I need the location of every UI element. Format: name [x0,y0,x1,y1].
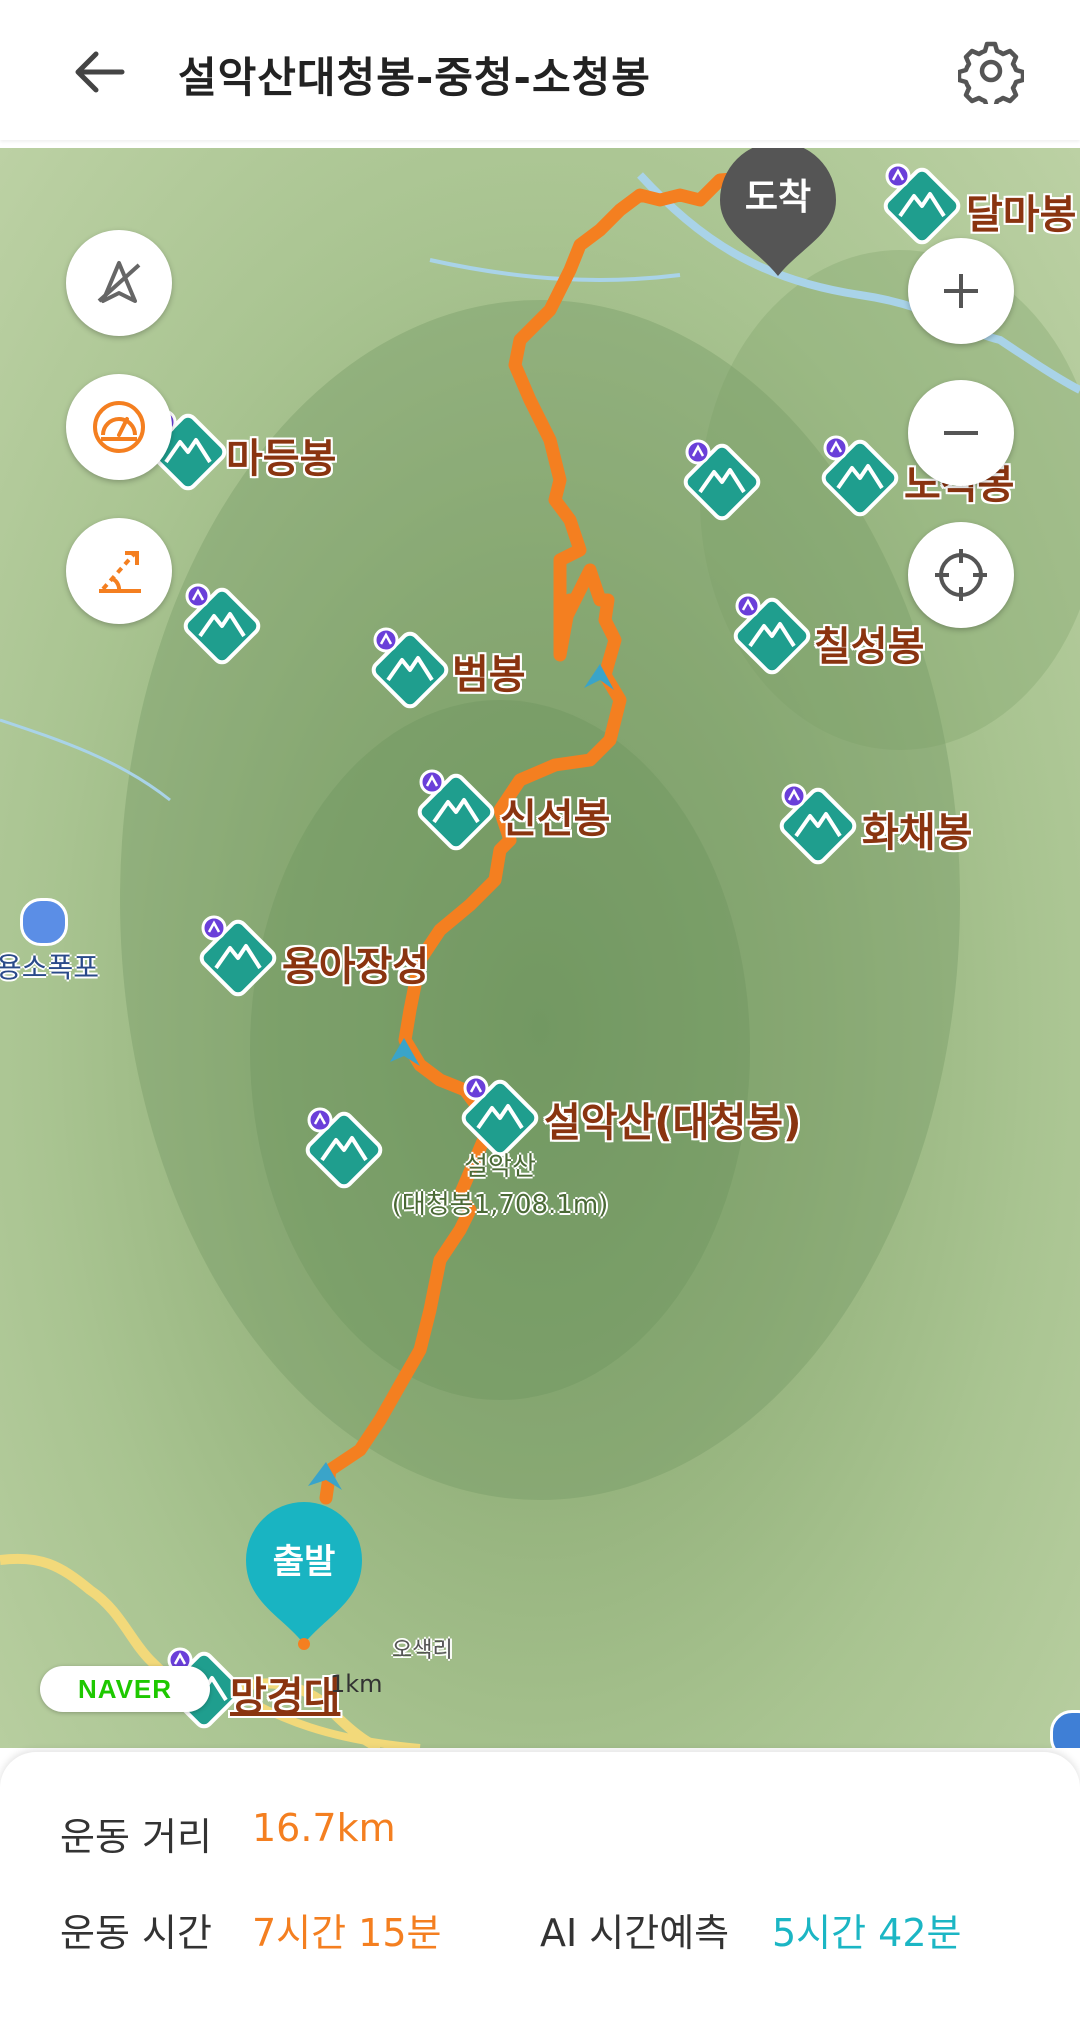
summit-label-line2: (대청봉1,708.1m) [391,1190,609,1220]
peak-label[interactable]: 범봉 [452,642,526,700]
summit-label-line1: 설악산 [464,1152,536,1182]
waterfall-icon [20,898,68,946]
place-label: 용소폭포 [0,951,100,984]
zoom-in-icon [944,274,978,308]
distance-label: 운동 거리 [60,1815,212,1859]
time-value: 7시간 15분 [252,1911,442,1955]
naver-attribution: NAVER [40,1666,210,1712]
ai-estimate-label: AI 시간예측 [540,1911,730,1955]
start-marker-label: 출발 [272,1542,336,1582]
map-scale: 1km [330,1670,383,1698]
locate-crosshair-icon [935,549,987,601]
stats-panel: 운동 거리 16.7km 운동 시간 7시간 15분 AI 시간예측 5시간 4… [0,1752,1080,2020]
zoom-out-icon [944,431,978,435]
distance-value: 16.7km [252,1806,396,1850]
ai-estimate-value: 5시간 42분 [772,1911,962,1955]
gear-icon [956,41,1026,111]
compass-button[interactable] [66,230,172,336]
place-label: 오색리 [392,1638,453,1663]
peak-icons-layer [146,163,964,1732]
speedometer-icon [93,401,145,453]
compass-off-icon [97,261,141,303]
locate-button[interactable] [908,522,1014,628]
peak-label[interactable]: 달마봉 [966,182,1076,240]
zoom-in-button[interactable] [908,238,1014,344]
peak-label[interactable]: 신선봉 [500,786,610,844]
arrow-left-icon [75,51,125,93]
peak-label[interactable]: 설악산(대청봉) [544,1090,801,1148]
end-marker-label: 도착 [744,177,812,218]
slope-button[interactable] [66,518,172,624]
settings-button[interactable] [956,38,1026,111]
time-label: 운동 시간 [60,1911,212,1955]
page-title: 설악산대청봉-중청-소청봉 [178,53,651,102]
back-button[interactable] [68,40,132,104]
peak-label[interactable]: 칠성봉 [814,614,924,672]
peak-label[interactable]: 망경대 [230,1664,340,1722]
peak-label[interactable]: 마등봉 [226,426,336,484]
app-header: 설악산대청봉-중청-소청봉 [0,0,1080,140]
speed-button[interactable] [66,374,172,480]
peak-label[interactable]: 화채봉 [862,800,972,858]
peak-label[interactable]: 용아장성 [282,934,429,992]
slope-icon [99,551,141,593]
zoom-out-button[interactable] [908,380,1014,486]
route-map[interactable]: 달마봉 마등봉 노적봉 칠성봉 범봉 신선봉 화채봉 용아장성 설악산(대청봉)… [0,148,1080,1748]
